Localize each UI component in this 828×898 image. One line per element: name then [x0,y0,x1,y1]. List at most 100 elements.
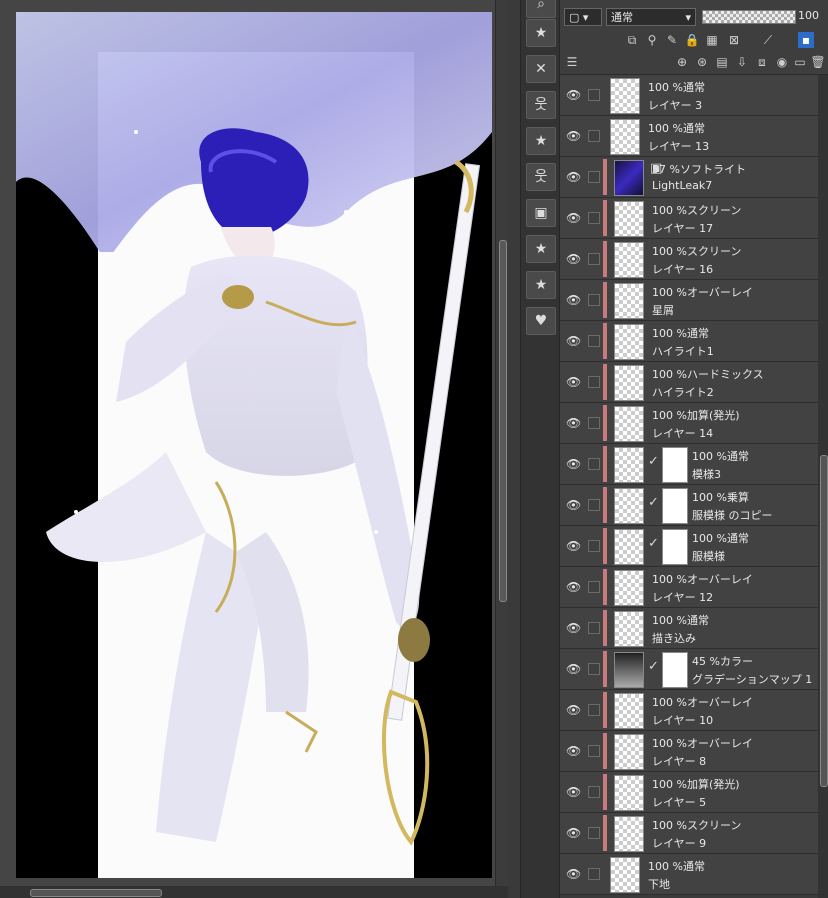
star-folder-icon[interactable]: ★ [526,271,556,299]
eye-icon[interactable]: 👁 [566,498,581,512]
scrollbar-thumb[interactable] [499,240,507,602]
canvas-artwork[interactable] [16,12,492,878]
layer-name[interactable]: 星屑 [652,302,674,318]
layer-row[interactable]: 👁 100 %スクリーン レイヤー 16 [560,239,818,280]
eye-icon[interactable]: 👁 [566,88,581,102]
eye-icon[interactable]: 👁 [566,867,581,881]
layer-row[interactable]: 👁 100 %通常 下地 [560,854,818,895]
figure-folder-icon[interactable]: 웃 [526,91,556,119]
layer-row[interactable]: 👁 100 %通常 レイヤー 13 [560,116,818,157]
layer-thumbnail[interactable] [614,816,644,852]
layer-select-checkbox[interactable] [588,827,600,839]
reference-layer-icon[interactable]: ⚲ [644,32,660,48]
layer-thumbnail[interactable] [610,119,640,155]
delete-layer-icon[interactable]: 🗑 [810,54,826,70]
ruler-icon[interactable]: ⟋ [760,32,776,48]
eye-icon[interactable]: 👁 [566,170,581,184]
layer-row[interactable]: 👁 100 %通常 描き込み [560,608,818,649]
layer-row[interactable]: 👁 100 %スクリーン レイヤー 17 [560,198,818,239]
eye-icon[interactable]: 👁 [566,621,581,635]
layer-row[interactable]: 👁 100 %オーバーレイ 星屑 [560,280,818,321]
scrollbar-thumb[interactable] [30,889,162,897]
clip-layer-icon[interactable]: ⧉ [624,32,640,48]
eye-icon[interactable]: 👁 [566,252,581,266]
eye-icon[interactable]: 👁 [566,826,581,840]
layer-select-checkbox[interactable] [588,540,600,552]
layer-thumbnail[interactable] [614,734,644,770]
layer-thumbnail[interactable] [614,160,644,196]
layer-select-checkbox[interactable] [588,294,600,306]
layer-thumbnail[interactable] [614,693,644,729]
layer-panel-menu-icon[interactable]: ☰ [564,54,580,70]
layer-mask-thumbnail[interactable] [662,652,688,688]
layer-select-checkbox[interactable] [588,745,600,757]
layer-name[interactable]: レイヤー 13 [648,138,709,154]
layer-row[interactable]: 👁 ✓ 100 %通常 服模様 [560,526,818,567]
layer-name[interactable]: レイヤー 17 [652,220,713,236]
layer-name[interactable]: LightLeak7 [652,179,712,192]
layer-name[interactable]: ハイライト2 [652,384,714,400]
layer-thumbnail[interactable] [614,324,644,360]
mask-enable-icon[interactable]: ⊠ [726,32,742,48]
layer-row[interactable]: 👁 100 %スクリーン レイヤー 9 [560,813,818,854]
eye-icon[interactable]: 👁 [566,785,581,799]
lock-transparency-icon[interactable]: ▦ [704,32,720,48]
layer-mask-thumbnail[interactable] [662,447,688,483]
layer-select-checkbox[interactable] [588,786,600,798]
layer-thumbnail[interactable] [614,611,644,647]
opacity-value[interactable]: 100 [798,9,819,22]
layer-row[interactable]: 👁 100 %加算(発光) レイヤー 14 [560,403,818,444]
layer-name[interactable]: 描き込み [652,630,696,646]
layer-select-checkbox[interactable] [588,663,600,675]
layer-select-checkbox[interactable] [588,130,600,142]
layer-name[interactable]: グラデーションマップ 1 [692,671,812,687]
eye-icon[interactable]: 👁 [566,703,581,717]
eye-icon[interactable]: 👁 [566,293,581,307]
layer-select-checkbox[interactable] [588,704,600,716]
layer-thumbnail[interactable] [614,529,644,565]
lock-icon[interactable]: 🔒 [684,32,700,48]
star-folder-icon[interactable]: ★ [526,19,556,47]
layer-row[interactable]: 👁 100 %オーバーレイ レイヤー 10 [560,690,818,731]
eye-icon[interactable]: 👁 [566,129,581,143]
layer-select-checkbox[interactable] [588,868,600,880]
layer-select-checkbox[interactable] [588,622,600,634]
new-vector-layer-icon[interactable]: ⊛ [694,54,710,70]
layer-thumbnail[interactable] [614,406,644,442]
star-folder-icon[interactable]: ★ [526,235,556,263]
apply-mask-icon[interactable]: ▭ [792,54,808,70]
frame-folder-icon[interactable]: ▣ [526,199,556,227]
layer-row[interactable]: 👁 ✓ 100 %通常 模様3 [560,444,818,485]
layer-name[interactable]: レイヤー 3 [648,97,702,113]
canvas-vertical-scrollbar[interactable] [495,0,508,886]
eye-icon[interactable]: 👁 [566,416,581,430]
layer-name[interactable]: レイヤー 12 [652,589,713,605]
eye-icon[interactable]: 👁 [566,457,581,471]
layer-select-checkbox[interactable] [588,458,600,470]
layer-name[interactable]: 下地 [648,876,670,892]
scrollbar-thumb[interactable] [820,455,828,787]
transfer-down-icon[interactable]: ⇩ [734,54,750,70]
layer-select-checkbox[interactable] [588,171,600,183]
layer-name[interactable]: レイヤー 5 [652,794,706,810]
opacity-slider[interactable] [702,10,796,24]
eye-icon[interactable]: 👁 [566,744,581,758]
layer-color-dropdown[interactable]: ▢ ▾ [564,8,602,26]
layer-color-icon[interactable]: ▪ [798,32,814,48]
layer-thumbnail[interactable] [614,201,644,237]
layer-select-checkbox[interactable] [588,253,600,265]
layer-row[interactable]: 👁 100 %通常 レイヤー 3 [560,75,818,116]
new-folder-icon[interactable]: ▤ [714,54,730,70]
layer-thumbnail[interactable] [610,78,640,114]
layer-thumbnail[interactable] [614,283,644,319]
layer-thumbnail[interactable] [614,242,644,278]
eye-icon[interactable]: 👁 [566,580,581,594]
layer-select-checkbox[interactable] [588,499,600,511]
layer-row[interactable]: 👁 100 %加算(発光) レイヤー 5 [560,772,818,813]
layer-row[interactable]: 👁 100 %オーバーレイ レイヤー 12 [560,567,818,608]
eye-icon[interactable]: 👁 [566,662,581,676]
layer-thumbnail[interactable] [614,488,644,524]
layer-select-checkbox[interactable] [588,581,600,593]
layer-row[interactable]: 👁 ✓ 45 %カラー グラデーションマップ 1 [560,649,818,690]
layer-mask-thumbnail[interactable] [662,488,688,524]
